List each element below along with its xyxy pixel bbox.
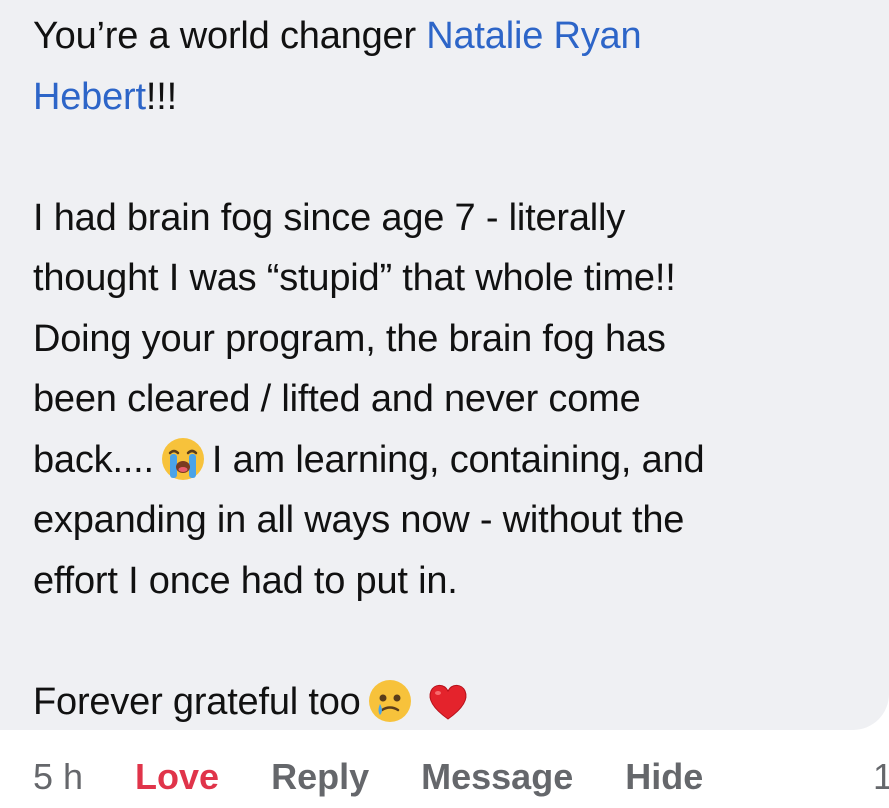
comment-line: Hebert!!! bbox=[33, 67, 883, 128]
comment-text-segment: I am learning, containing, and bbox=[211, 438, 705, 481]
comment-text-segment: !!! bbox=[145, 75, 177, 118]
loudly-crying-face-icon bbox=[160, 436, 206, 482]
comment-line: Doing your program, the brain fog has bbox=[33, 317, 666, 360]
comment-text: You’re a world changer Natalie Ryan Hebe… bbox=[33, 6, 883, 732]
comment-line: Forever grateful too bbox=[33, 672, 883, 733]
reply-button[interactable]: Reply bbox=[271, 756, 369, 798]
hide-button[interactable]: Hide bbox=[625, 756, 703, 798]
mention-link[interactable]: Natalie Ryan bbox=[426, 15, 641, 57]
comment-line: back.... I am learning, containing, and bbox=[33, 430, 883, 491]
timestamp[interactable]: 5 h bbox=[33, 756, 83, 798]
comment-line: thought I was “stupid” that whole time!! bbox=[33, 257, 676, 299]
comment-line: effort I once had to put in. bbox=[33, 559, 458, 602]
message-button[interactable]: Message bbox=[421, 756, 573, 798]
love-reaction-button[interactable]: Love bbox=[135, 756, 219, 798]
mention-link[interactable]: Hebert bbox=[33, 76, 146, 118]
red-heart-icon bbox=[425, 678, 471, 724]
comment-text-segment: You’re a world changer bbox=[33, 15, 427, 57]
comment-actions: 5 h Love Reply Message Hide 1 bbox=[33, 752, 889, 802]
reaction-count[interactable]: 1 bbox=[873, 756, 889, 798]
comment-text-segment: back.... bbox=[33, 438, 154, 481]
face-holding-back-tears-icon bbox=[367, 678, 413, 724]
comment-line: expanding in all ways now - without the bbox=[33, 499, 685, 541]
comment-line: You’re a world changer Natalie Ryan bbox=[33, 6, 883, 67]
comment-text-segment: Forever grateful too bbox=[33, 680, 361, 723]
comment-line: I had brain fog since age 7 - literally bbox=[33, 196, 626, 239]
comment-line: been cleared / lifted and never come bbox=[33, 378, 641, 420]
